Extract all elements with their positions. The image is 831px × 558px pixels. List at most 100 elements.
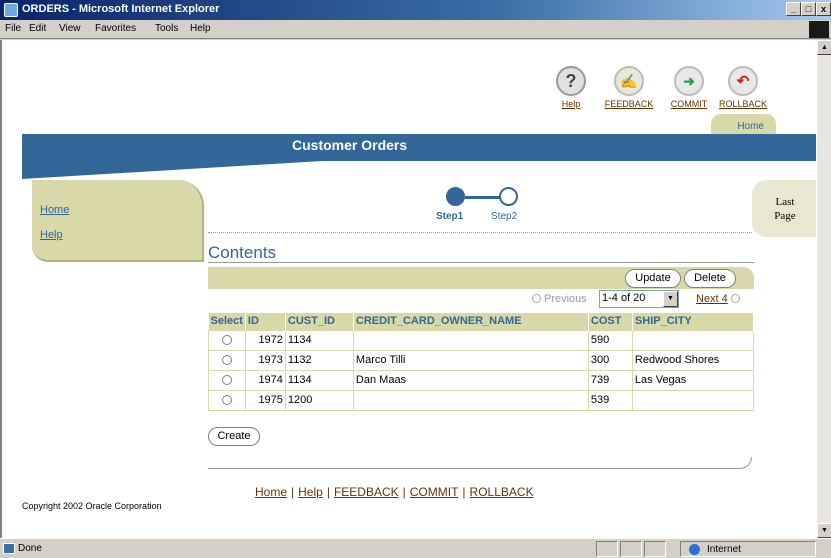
contents-divider (208, 262, 754, 263)
windows-logo-icon (809, 21, 829, 38)
copyright-text: Copyright 2002 Oracle Corporation (22, 501, 162, 511)
help-global-button[interactable]: ? Help (556, 66, 586, 109)
cost-cell: 539 (587, 389, 633, 411)
menu-file[interactable]: File (5, 23, 21, 34)
previous-nav: Previous (532, 293, 587, 305)
table-row: 1975 1200 539 (208, 389, 755, 411)
status-cell (620, 541, 642, 557)
footer-rollback-link[interactable]: ROLLBACK (470, 485, 534, 499)
status-bar: Done Internet (0, 538, 831, 558)
chevron-down-icon[interactable]: ▼ (663, 291, 678, 307)
select-cell (208, 389, 246, 411)
create-button[interactable]: Create (208, 427, 260, 446)
contents-heading: Contents (208, 243, 277, 262)
cust-id-cell: 1134 (284, 329, 354, 351)
status-cell (644, 541, 666, 557)
id-cell: 1974 (244, 369, 286, 391)
owner-cell: Marco Tilli (352, 349, 589, 371)
security-zone: Internet (680, 541, 816, 557)
footer-feedback-link[interactable]: FEEDBACK (334, 485, 399, 499)
minimize-button[interactable]: _ (786, 2, 801, 16)
update-button[interactable]: Update (625, 269, 681, 288)
cost-cell: 300 (587, 349, 633, 371)
status-text: Done (18, 543, 42, 554)
select-cell (208, 349, 246, 371)
commit-global-button[interactable]: ➜ COMMIT (667, 66, 711, 109)
next-link[interactable]: Next 4 (696, 293, 728, 305)
help-icon: ? (556, 66, 586, 96)
close-button[interactable]: x (816, 2, 831, 16)
city-cell (631, 329, 755, 351)
col-select: Select (208, 313, 246, 330)
zone-label: Internet (707, 544, 741, 555)
row-radio[interactable] (221, 355, 232, 365)
table-row: 1973 1132 Marco Tilli 300 Redwood Shores (208, 349, 755, 371)
col-cust-id: CUST_ID (285, 313, 354, 330)
rollback-icon: ↶ (728, 66, 758, 96)
train-connector (465, 196, 501, 199)
row-radio[interactable] (221, 335, 232, 345)
ie-logo-icon (4, 3, 18, 17)
vertical-scrollbar[interactable]: ▲ ▼ (816, 40, 831, 538)
menu-view[interactable]: View (59, 23, 81, 34)
col-id: ID (245, 313, 286, 330)
select-cell (208, 329, 246, 351)
sidenav-home-link[interactable]: Home (40, 204, 69, 216)
step2-label[interactable]: Step2 (491, 211, 517, 222)
content-bottom-rule (208, 457, 752, 469)
orders-table: Select ID CUST_ID CREDIT_CARD_OWNER_NAME… (208, 313, 755, 411)
cust-id-cell: 1134 (284, 369, 354, 391)
feedback-icon: ✍ (614, 66, 644, 96)
owner-cell (352, 389, 589, 411)
row-radio[interactable] (221, 395, 232, 405)
window-title: ORDERS - Microsoft Internet Explorer (22, 3, 220, 15)
step1-marker[interactable] (446, 187, 465, 206)
process-train: Step1 Step2 (436, 187, 522, 231)
table-action-bar: Update Delete (208, 267, 754, 289)
scroll-up-icon[interactable]: ▲ (817, 40, 831, 55)
previous-icon (532, 294, 541, 303)
cost-cell: 590 (587, 329, 633, 351)
step2-marker[interactable] (499, 187, 518, 206)
menu-bar: File Edit View Favorites Tools Help (0, 20, 831, 39)
sidenav-help-link[interactable]: Help (40, 229, 63, 241)
owner-cell (352, 329, 589, 351)
footer-links: Home | Help | FEEDBACK | COMMIT | ROLLBACK (255, 485, 534, 499)
banner-tail (22, 161, 322, 179)
step1-label: Step1 (436, 211, 464, 222)
menu-tools[interactable]: Tools (155, 23, 178, 34)
previous-label: Previous (544, 293, 587, 305)
cost-cell: 739 (587, 369, 633, 391)
menu-help[interactable]: Help (190, 23, 211, 34)
range-select[interactable]: 1-4 of 20 ▼ (599, 290, 679, 308)
maximize-button[interactable]: □ (801, 2, 816, 16)
window-title-bar: ORDERS - Microsoft Internet Explorer _ □… (0, 0, 831, 20)
tab-home[interactable]: Home (711, 114, 776, 134)
globe-icon (689, 544, 700, 555)
id-cell: 1975 (244, 389, 286, 411)
table-header-row: Select ID CUST_ID CREDIT_CARD_OWNER_NAME… (208, 313, 755, 330)
next-nav[interactable]: Next 4 (696, 293, 740, 305)
delete-button[interactable]: Delete (684, 269, 736, 288)
row-radio[interactable] (221, 375, 232, 385)
train-divider (208, 232, 752, 233)
table-row: 1972 1134 590 (208, 329, 755, 351)
menu-edit[interactable]: Edit (29, 23, 46, 34)
scroll-down-icon[interactable]: ▼ (817, 523, 831, 538)
col-owner: CREDIT_CARD_OWNER_NAME (353, 313, 589, 330)
rollback-global-button[interactable]: ↶ ROLLBACK (713, 66, 773, 109)
page-viewport: ? Help ✍ FEEDBACK ➜ COMMIT ↶ ROLLBACK Ho… (0, 40, 816, 538)
cust-id-cell: 1132 (284, 349, 354, 371)
footer-help-link[interactable]: Help (298, 485, 323, 499)
footer-commit-link[interactable]: COMMIT (410, 485, 459, 499)
footer-home-link[interactable]: Home (255, 485, 287, 499)
commit-icon: ➜ (674, 66, 704, 96)
range-value: 1-4 of 20 (602, 292, 646, 304)
feedback-global-button[interactable]: ✍ FEEDBACK (599, 66, 659, 109)
last-page-button[interactable]: Last Page (752, 180, 816, 237)
menu-favorites[interactable]: Favorites (95, 23, 136, 34)
next-icon[interactable] (730, 294, 740, 303)
owner-cell: Dan Maas (352, 369, 589, 391)
city-cell: Redwood Shores (631, 349, 755, 371)
status-cell (596, 541, 618, 557)
